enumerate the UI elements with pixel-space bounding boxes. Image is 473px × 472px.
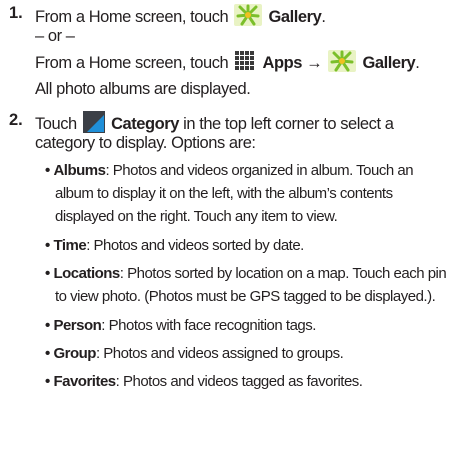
list-item-albums: • Albums: Photos and videos organized in… <box>45 162 414 179</box>
list-item-time: • Time: Photos and videos sorted by date… <box>45 237 304 254</box>
gallery-icon <box>234 4 263 31</box>
list-item-group: • Group: Photos and videos assigned to g… <box>45 345 344 362</box>
step1-result: All photo albums are displayed. <box>35 80 251 98</box>
step1-line1: From a Home screen, touch Gallery. <box>35 4 326 31</box>
list-item-albums-cont: album to display it on the left, with th… <box>55 185 393 202</box>
manual-page: 1. From a Home screen, touch Gallery. – … <box>0 0 473 472</box>
list-item-locations-cont: to view photo. (Photos must be GPS tagge… <box>55 288 436 305</box>
list-item-favorites: • Favorites: Photos and videos tagged as… <box>45 373 363 390</box>
step-number: 2. <box>9 111 23 129</box>
list-item-locations: • Locations: Photos sorted by location o… <box>45 265 447 282</box>
list-item-person: • Person: Photos with face recognition t… <box>45 317 316 334</box>
gallery-icon <box>328 50 357 77</box>
step2-line2: category to display. Options are: <box>35 134 256 152</box>
list-item-albums-cont: displayed on the right. Touch any item t… <box>55 208 338 225</box>
or-separator: – or – <box>35 27 75 45</box>
step1-line3: From a Home screen, touch Apps → Gallery… <box>35 50 420 77</box>
apps-icon <box>234 50 256 77</box>
step-number: 1. <box>9 4 23 22</box>
